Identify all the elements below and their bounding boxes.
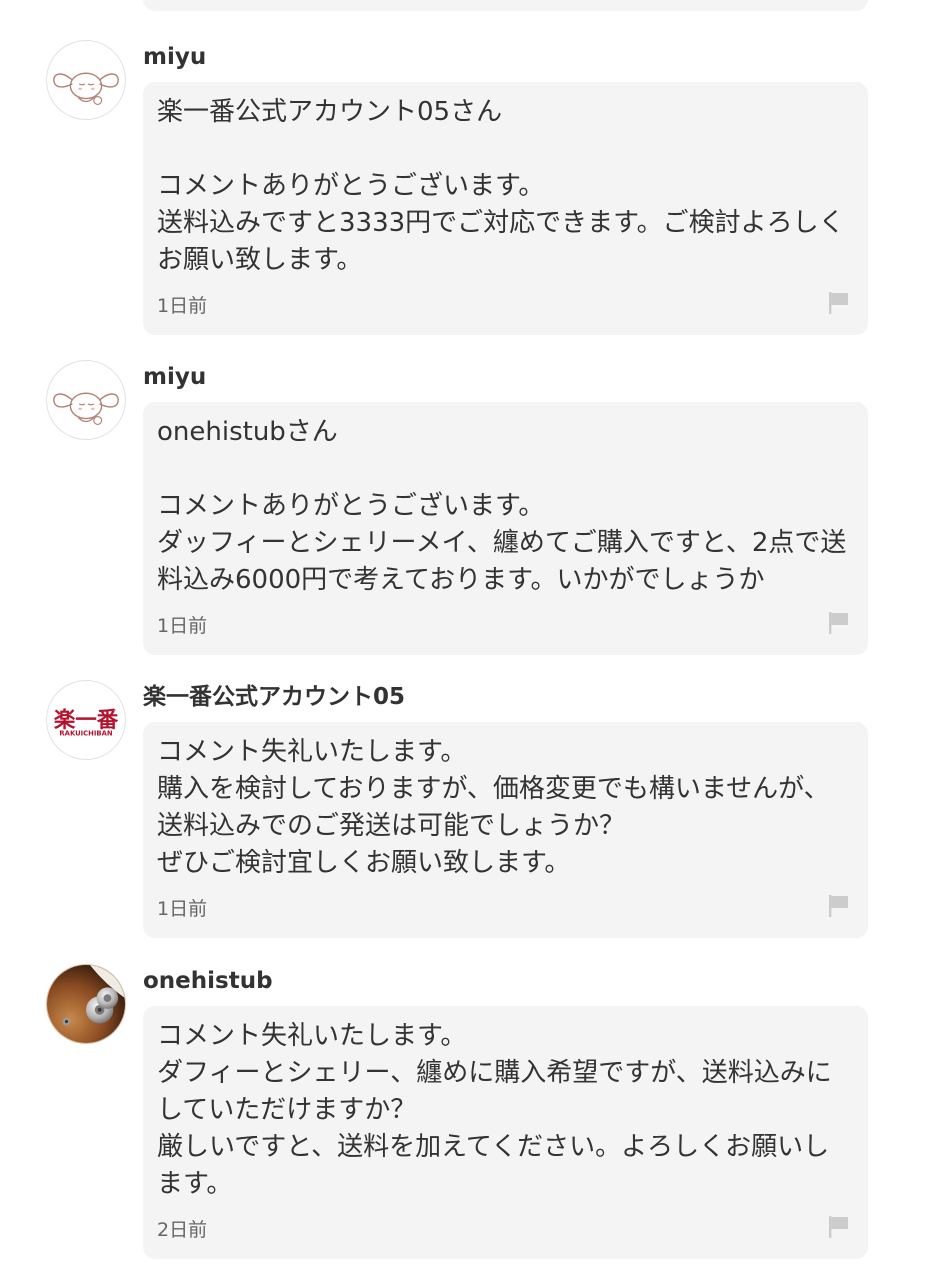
avatar[interactable] bbox=[46, 360, 126, 440]
comment-text: onehistubさん コメントありがとうございます。 ダッフィーとシェリーメイ… bbox=[157, 417, 847, 595]
timestamp: 1日前 bbox=[157, 295, 208, 317]
comment-bubble: 楽一番公式アカウント05さん コメントありがとうございます。 送料込みですと33… bbox=[143, 82, 868, 335]
flag-icon[interactable] bbox=[828, 291, 850, 315]
username[interactable]: miyu bbox=[143, 42, 206, 72]
comment-bubble: コメント失礼いたします。 購入を検討しておりますが、価格変更でも構いませんが、送… bbox=[143, 722, 868, 938]
flag-icon[interactable] bbox=[828, 1215, 850, 1239]
comment-thread: miyu 楽一番公式アカウント05さん コメントありがとうございます。 送料込み… bbox=[0, 0, 939, 1280]
previous-comment-bubble bbox=[143, 0, 868, 11]
username[interactable]: 楽一番公式アカウント05 bbox=[143, 682, 405, 712]
cinnamoroll-icon bbox=[53, 72, 119, 105]
logo-subtext: RAKUICHIBAN bbox=[59, 730, 112, 738]
rakuichiban-logo-icon: 楽一番 RAKUICHIBAN bbox=[54, 707, 119, 738]
comment-bubble: onehistubさん コメントありがとうございます。 ダッフィーとシェリーメイ… bbox=[143, 402, 868, 655]
avatar[interactable]: 楽一番 RAKUICHIBAN bbox=[46, 680, 126, 760]
cinnamoroll-icon bbox=[53, 392, 119, 425]
photo-icon bbox=[47, 965, 125, 1043]
timestamp: 2日前 bbox=[157, 1219, 208, 1241]
username[interactable]: miyu bbox=[143, 362, 206, 392]
avatar[interactable] bbox=[46, 40, 126, 120]
flag-icon[interactable] bbox=[828, 894, 850, 918]
comment-bubble: コメント失礼いたします。 ダフィーとシェリー、纏めに購入希望ですが、送料込みにし… bbox=[143, 1006, 868, 1259]
username[interactable]: onehistub bbox=[143, 966, 273, 996]
comment-text: コメント失礼いたします。 購入を検討しておりますが、価格変更でも構いませんが、送… bbox=[157, 737, 830, 878]
timestamp: 1日前 bbox=[157, 898, 208, 920]
comment-text: コメント失礼いたします。 ダフィーとシェリー、纏めに購入希望ですが、送料込みにし… bbox=[157, 1021, 832, 1199]
flag-icon[interactable] bbox=[828, 611, 850, 635]
avatar[interactable] bbox=[46, 964, 126, 1044]
timestamp: 1日前 bbox=[157, 615, 208, 637]
comment-text: 楽一番公式アカウント05さん コメントありがとうございます。 送料込みですと33… bbox=[157, 97, 845, 275]
